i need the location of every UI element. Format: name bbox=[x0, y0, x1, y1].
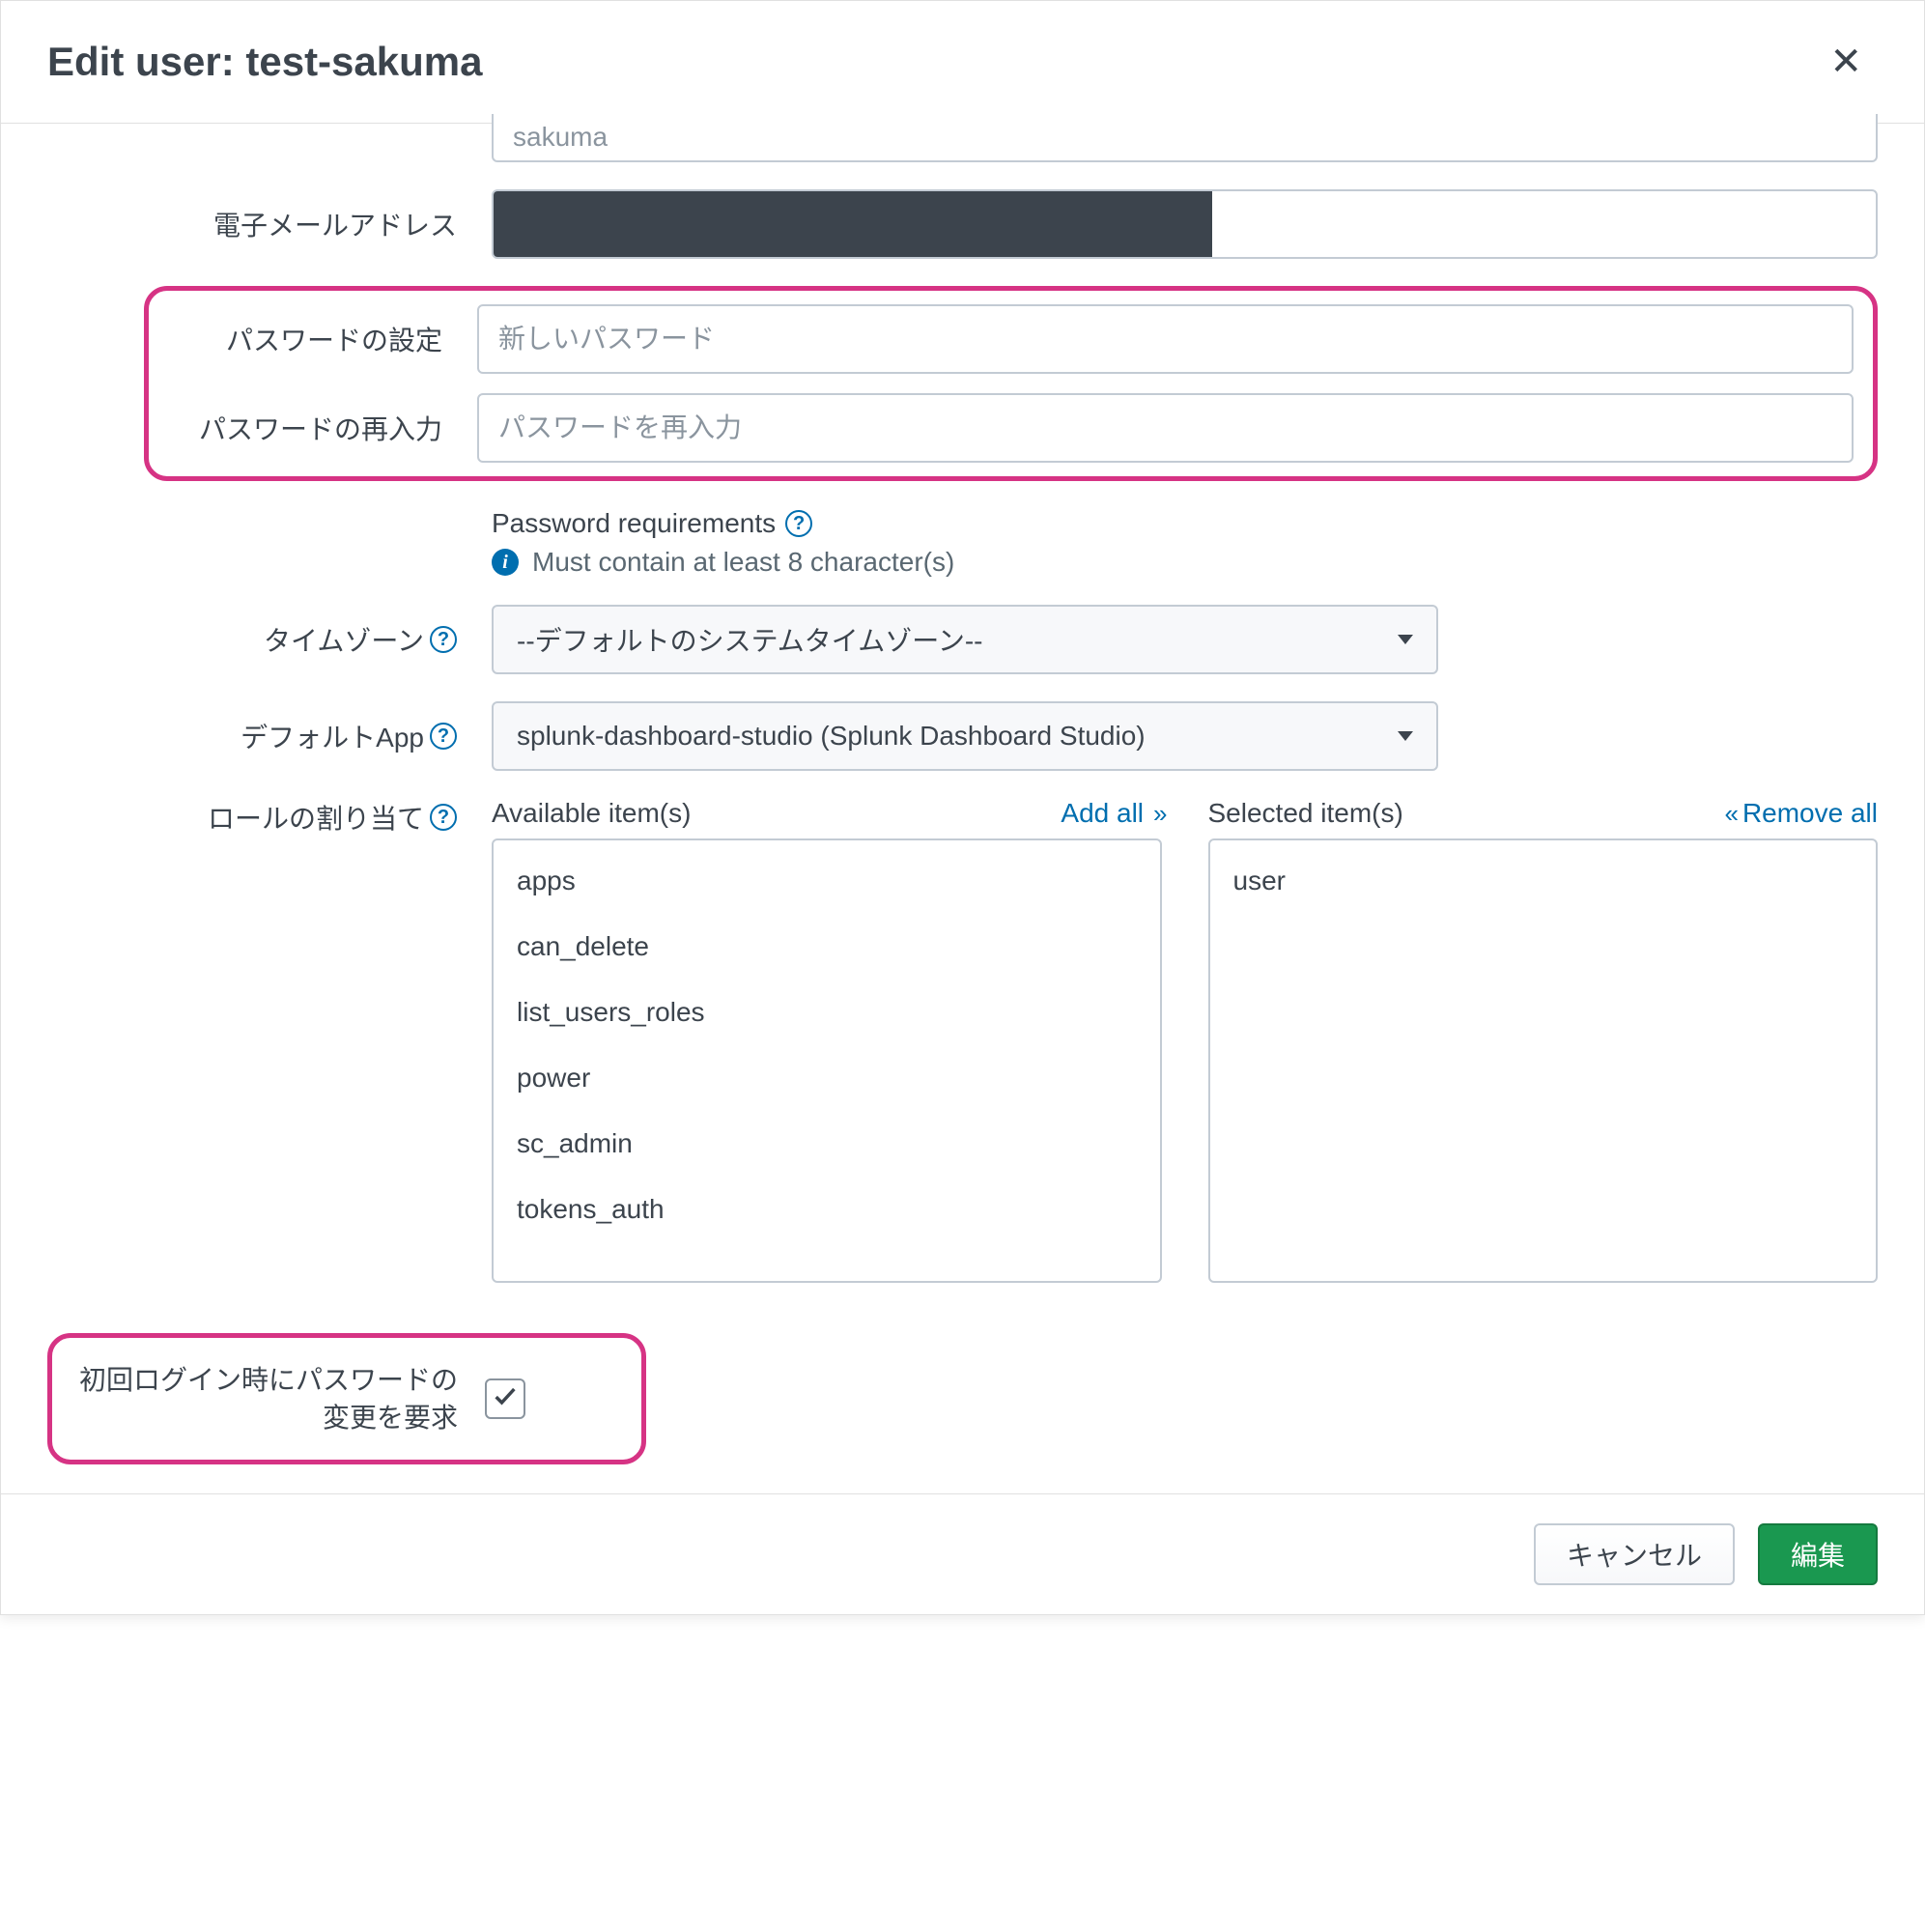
close-icon: ✕ bbox=[1829, 41, 1862, 83]
help-icon[interactable]: ? bbox=[430, 804, 457, 831]
password-requirement-item: i Must contain at least 8 character(s) bbox=[492, 547, 954, 578]
password-confirm-row: パスワードの再入力 bbox=[149, 393, 1854, 463]
list-item[interactable]: list_users_roles bbox=[494, 980, 1160, 1045]
info-icon: i bbox=[492, 549, 519, 576]
password-set-input[interactable] bbox=[477, 304, 1854, 374]
close-button[interactable]: ✕ bbox=[1814, 32, 1878, 92]
password-requirements-row: Password requirements ? i Must contain a… bbox=[47, 508, 1878, 578]
help-icon[interactable]: ? bbox=[785, 510, 812, 537]
password-confirm-input[interactable] bbox=[477, 393, 1854, 463]
roles-row: ロールの割り当て ? Available item(s) Add all » a… bbox=[47, 798, 1878, 1283]
list-item[interactable]: can_delete bbox=[494, 914, 1160, 980]
available-listbox[interactable]: appscan_deletelist_users_rolespowersc_ad… bbox=[492, 838, 1162, 1283]
chevron-double-left-icon: « bbox=[1724, 799, 1732, 829]
timezone-label: タイムゾーン ? bbox=[47, 620, 492, 659]
roles-panels: Available item(s) Add all » appscan_dele… bbox=[492, 798, 1878, 1283]
default-app-value: splunk-dashboard-studio (Splunk Dashboar… bbox=[517, 721, 1146, 752]
timezone-label-text: タイムゾーン bbox=[264, 620, 424, 659]
add-all-link[interactable]: Add all » bbox=[1061, 798, 1161, 829]
edit-user-modal: Edit user: test-sakuma ✕ 電子メールアドレス パスワード… bbox=[0, 0, 1925, 1615]
timezone-row: タイムゾーン ? --デフォルトのシステムタイムゾーン-- bbox=[47, 605, 1878, 674]
add-all-text: Add all bbox=[1061, 798, 1144, 829]
help-icon[interactable]: ? bbox=[430, 723, 457, 750]
default-app-label-text: デフォルトApp bbox=[241, 717, 424, 755]
chevron-down-icon bbox=[1398, 635, 1413, 644]
chevron-down-icon bbox=[1398, 731, 1413, 741]
default-app-label: デフォルトApp ? bbox=[47, 717, 492, 755]
timezone-dropdown[interactable]: --デフォルトのシステムタイムゾーン-- bbox=[492, 605, 1438, 674]
modal-footer: キャンセル 編集 bbox=[1, 1493, 1924, 1614]
roles-label: ロールの割り当て ? bbox=[47, 798, 492, 837]
list-item[interactable]: tokens_auth bbox=[494, 1177, 1160, 1242]
email-input[interactable] bbox=[492, 189, 1878, 259]
modal-header: Edit user: test-sakuma ✕ bbox=[1, 1, 1924, 124]
selected-header: Selected item(s) « Remove all bbox=[1208, 798, 1879, 829]
cancel-button[interactable]: キャンセル bbox=[1534, 1523, 1735, 1585]
password-requirement-text: Must contain at least 8 character(s) bbox=[532, 547, 954, 578]
list-item[interactable]: user bbox=[1210, 848, 1877, 914]
list-item[interactable]: apps bbox=[494, 848, 1160, 914]
modal-title: Edit user: test-sakuma bbox=[47, 39, 482, 85]
require-change-label: 初回ログイン時にパスワードの変更を要求 bbox=[79, 1361, 485, 1436]
save-button[interactable]: 編集 bbox=[1758, 1523, 1878, 1585]
remove-all-text: Remove all bbox=[1742, 798, 1878, 829]
fullname-input[interactable] bbox=[492, 114, 1878, 162]
selected-panel: Selected item(s) « Remove all user bbox=[1208, 798, 1879, 1283]
password-requirements-title: Password requirements ? bbox=[492, 508, 954, 539]
email-row: 電子メールアドレス bbox=[47, 189, 1878, 259]
require-change-checkbox[interactable] bbox=[485, 1378, 525, 1419]
email-label: 電子メールアドレス bbox=[47, 205, 492, 243]
selected-listbox[interactable]: user bbox=[1208, 838, 1879, 1283]
password-requirements-title-text: Password requirements bbox=[492, 508, 776, 539]
chevron-double-right-icon: » bbox=[1153, 799, 1161, 829]
fullname-row bbox=[47, 114, 1878, 162]
password-confirm-label: パスワードの再入力 bbox=[149, 409, 477, 447]
available-heading: Available item(s) bbox=[492, 798, 691, 829]
email-redacted-mask bbox=[494, 191, 1212, 257]
default-app-row: デフォルトApp ? splunk-dashboard-studio (Splu… bbox=[47, 701, 1878, 771]
timezone-value: --デフォルトのシステムタイムゾーン-- bbox=[517, 620, 983, 659]
checkmark-icon bbox=[492, 1382, 519, 1416]
modal-body: 電子メールアドレス パスワードの設定 パスワードの再入力 Password re… bbox=[1, 114, 1924, 1493]
default-app-dropdown[interactable]: splunk-dashboard-studio (Splunk Dashboar… bbox=[492, 701, 1438, 771]
password-set-row: パスワードの設定 bbox=[149, 304, 1854, 374]
list-item[interactable]: power bbox=[494, 1045, 1160, 1111]
password-set-label: パスワードの設定 bbox=[149, 320, 477, 358]
available-header: Available item(s) Add all » bbox=[492, 798, 1162, 829]
list-item[interactable]: sc_admin bbox=[494, 1111, 1160, 1177]
remove-all-link[interactable]: « Remove all bbox=[1724, 798, 1878, 829]
roles-label-text: ロールの割り当て bbox=[208, 798, 424, 837]
selected-heading: Selected item(s) bbox=[1208, 798, 1403, 829]
available-panel: Available item(s) Add all » appscan_dele… bbox=[492, 798, 1162, 1283]
require-change-highlight-box: 初回ログイン時にパスワードの変更を要求 bbox=[47, 1333, 646, 1464]
password-highlight-box: パスワードの設定 パスワードの再入力 bbox=[144, 286, 1878, 481]
password-requirements: Password requirements ? i Must contain a… bbox=[492, 508, 954, 578]
help-icon[interactable]: ? bbox=[430, 626, 457, 653]
